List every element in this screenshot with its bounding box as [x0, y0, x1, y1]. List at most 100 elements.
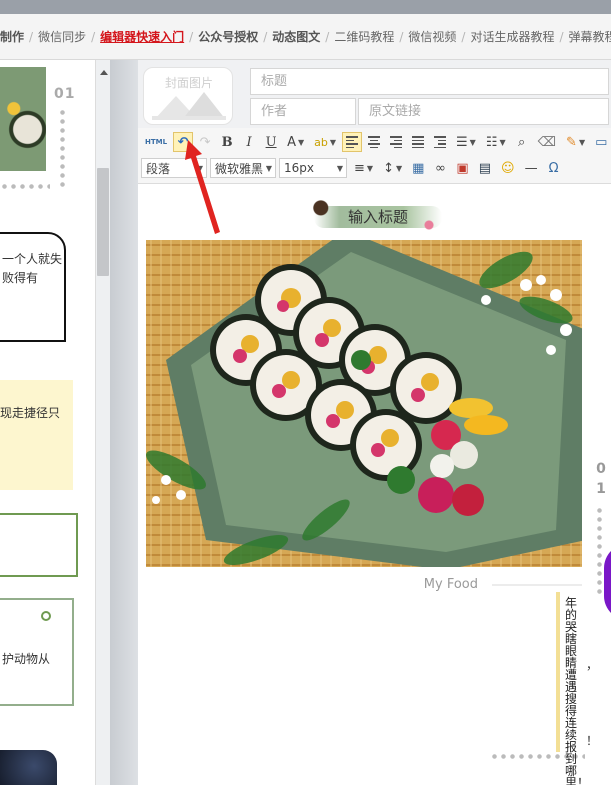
content-title[interactable]: 输入标题 [312, 206, 444, 227]
template-card-text: 一个人就失败得有 [2, 252, 63, 285]
video-icon[interactable]: ▤ [475, 158, 495, 178]
template-card-dark[interactable] [0, 750, 57, 785]
scrollbar-thumb[interactable] [97, 168, 109, 276]
dotted-divider-vertical [60, 108, 65, 188]
sushi-image[interactable] [146, 240, 582, 567]
template-card-text: 现走捷径只 [0, 406, 61, 420]
background-color-button[interactable]: ab ▼ [310, 132, 340, 152]
image-icon[interactable]: ▣ [452, 158, 472, 178]
nav-separator: / [29, 29, 34, 44]
purple-circle-decoration [604, 544, 611, 620]
find-icon[interactable]: ⌕ [512, 132, 532, 152]
paragraph-format-value: 段落 [146, 161, 171, 176]
cover-image-label: 封面图片 [164, 76, 213, 90]
chevron-down-icon: ▼ [265, 163, 272, 173]
template-card-black-border[interactable]: 一个人就失败得有 [0, 232, 66, 342]
top-strip [0, 0, 611, 14]
chevron-down-icon: ▼ [499, 137, 506, 147]
chevron-down-icon: ▼ [297, 137, 305, 147]
font-color-label: A [287, 134, 296, 150]
nav-separator: / [263, 29, 268, 44]
vertical-text-punctuation: ， [586, 658, 599, 672]
chevron-down-icon: ▼ [329, 137, 337, 147]
font-color-button[interactable]: A ▼ [283, 132, 308, 152]
italic-button[interactable]: I [239, 132, 259, 152]
section-number-digit: 1 [596, 481, 606, 497]
scroll-up-arrow-icon[interactable] [100, 70, 108, 75]
table-icon[interactable]: ▦ [408, 158, 428, 178]
line-height-icon[interactable]: ↕ ▼ [379, 158, 406, 178]
html-source-button[interactable]: HTML [141, 132, 171, 152]
top-nav: 制作 / 微信同步 / 编辑器快速入门 / 公众号授权 / 动态图文 / 二维码教程 / 微信视频 / 对话… [0, 14, 611, 60]
article-meta: 封面图片 [138, 60, 611, 128]
ordered-list-icon[interactable]: ☷ ▼ [482, 132, 510, 152]
vertical-text[interactable]: 年的哭瞎眼睛遭遇搜得连续报到哪里！ [565, 597, 589, 785]
template-thumbnail-sushi[interactable] [0, 67, 46, 171]
align-left-icon[interactable] [342, 132, 363, 152]
nav-item[interactable]: 弹幕教程 [569, 28, 611, 45]
vertical-text-punctuation: ！ [586, 734, 599, 748]
vertical-text-bar [556, 592, 560, 752]
nav-item[interactable]: 制作 [0, 28, 24, 45]
align-center-icon[interactable] [364, 132, 384, 152]
editor-content[interactable]: 输入标题 My Food 0 1 年的哭瞎眼睛遭遇搜得连续报到哪里！ ， ！ [138, 184, 611, 785]
nav-item[interactable]: 公众号授权 [198, 28, 258, 45]
nav-item[interactable]: 编辑器快速入门 [100, 28, 184, 45]
nav-item[interactable]: 微信同步 [38, 28, 86, 45]
screen: 制作 / 微信同步 / 编辑器快速入门 / 公众号授权 / 动态图文 / 二维码教程 / 微信视频 / 对话… [0, 0, 611, 785]
template-list-scrollbar[interactable] [95, 60, 110, 785]
nav-separator: / [559, 29, 564, 44]
nav-item[interactable]: 动态图文 [272, 28, 320, 45]
chevron-down-icon: ▼ [395, 163, 403, 173]
emoji-icon[interactable]: ☺ [497, 158, 519, 178]
section-number: 0 1 [594, 459, 608, 499]
panel-gutter [110, 60, 138, 785]
template-card-text: 护动物从 [2, 652, 51, 666]
unordered-list-icon[interactable]: ☰ ▼ [452, 132, 480, 152]
image-base-icon [152, 116, 226, 120]
align-right-icon[interactable] [386, 132, 406, 152]
caption-underline [492, 584, 582, 586]
template-card-yellow[interactable]: 现走捷径只 [0, 380, 73, 490]
tag-ring-icon [41, 611, 51, 621]
eraser-icon[interactable]: ⌫ [534, 132, 560, 152]
nav-separator: / [91, 29, 96, 44]
dotted-divider-vertical [597, 506, 602, 596]
title-banner[interactable]: 输入标题 [312, 198, 444, 234]
template-list: 01 一个人就失败得有 现走捷径只 护动物从 [0, 60, 95, 785]
source-link-input[interactable] [358, 98, 609, 125]
font-size-value: 16px [284, 161, 314, 175]
nav-item[interactable]: 微信视频 [408, 28, 456, 45]
underline-button[interactable]: U [261, 132, 281, 152]
format-painter-icon[interactable]: ✎ ▼ [562, 132, 589, 152]
template-card-tag[interactable]: 护动物从 [0, 598, 74, 706]
preview-icon[interactable]: ▭ [591, 132, 611, 152]
nav-separator: / [325, 29, 330, 44]
template-card-green-border[interactable] [0, 513, 78, 577]
image-caption[interactable]: My Food [418, 577, 478, 592]
indent-icon[interactable] [430, 132, 450, 152]
red-arrow-annotation-icon [185, 140, 220, 234]
nav-separator: / [461, 29, 466, 44]
font-size-select[interactable]: 16px ▼ [279, 158, 347, 178]
nav-separator: / [399, 29, 404, 44]
cover-image-upload[interactable]: 封面图片 [143, 67, 233, 125]
line-spacing-before-icon[interactable]: ≡ ▼ [350, 158, 377, 178]
dotted-divider-horizontal [0, 184, 50, 189]
align-justify-icon[interactable] [408, 132, 428, 152]
chevron-down-icon: ▼ [336, 163, 343, 173]
horizontal-rule-button[interactable]: — [521, 158, 542, 178]
sushi-image-graphic [146, 240, 582, 567]
nav-item[interactable]: 二维码教程 [334, 28, 394, 45]
section-number-digit: 0 [596, 461, 606, 477]
highlighter-icon: ab [314, 135, 328, 149]
nav-separator: / [189, 29, 194, 44]
title-input[interactable] [250, 68, 609, 95]
author-input[interactable] [250, 98, 356, 125]
special-chars-button[interactable]: Ω [544, 158, 564, 178]
chevron-down-icon: ▼ [469, 137, 476, 147]
nav-item[interactable]: 对话生成器教程 [470, 28, 554, 45]
chevron-down-icon: ▼ [366, 163, 374, 173]
link-icon[interactable]: ∞ [430, 158, 450, 178]
template-number: 01 [54, 86, 76, 102]
